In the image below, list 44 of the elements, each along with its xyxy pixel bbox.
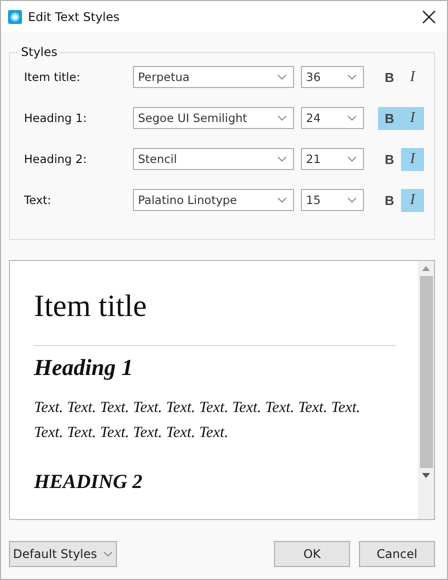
- chevron-down-icon: [277, 156, 287, 162]
- chevron-down-icon: [277, 74, 287, 80]
- scroll-down-icon[interactable]: [422, 473, 430, 478]
- ok-button[interactable]: OK: [274, 541, 350, 567]
- bold-toggle[interactable]: B: [378, 106, 401, 130]
- style-label: Heading 2:: [24, 152, 88, 166]
- font-dropdown[interactable]: Segoe UI Semilight: [133, 107, 294, 129]
- font-dropdown[interactable]: Stencil: [133, 148, 294, 170]
- font-dropdown[interactable]: Palatino Linotype: [133, 189, 294, 211]
- bold-toggle[interactable]: B: [378, 148, 401, 170]
- size-dropdown[interactable]: 15: [301, 189, 364, 211]
- preview-heading: HEADING 2: [34, 470, 144, 495]
- chevron-down-icon: [277, 115, 287, 121]
- chevron-down-icon: [103, 551, 114, 557]
- italic-toggle[interactable]: I: [401, 66, 424, 88]
- font-dropdown[interactable]: Perpetua: [133, 66, 294, 88]
- group-title: Styles: [18, 45, 60, 59]
- size-dropdown[interactable]: 36: [301, 66, 364, 88]
- chevron-down-icon: [277, 197, 287, 203]
- default-styles-button[interactable]: Default Styles: [9, 541, 117, 567]
- chevron-down-icon: [347, 156, 357, 162]
- chevron-down-icon: [347, 74, 357, 80]
- preview-heading: Heading 1: [34, 354, 134, 382]
- preview-title: Item title: [34, 286, 396, 346]
- style-label: Item title:: [24, 70, 82, 84]
- preview-paragraph: Text. Text. Text. Text. Text. Text. Text. Text. Text. Text. Text. Text. Text. Text. Text. Text.: [34, 398, 362, 443]
- style-label: Text:: [24, 193, 52, 207]
- cancel-button[interactable]: Cancel: [359, 541, 435, 567]
- bold-toggle[interactable]: B: [378, 188, 401, 212]
- italic-toggle[interactable]: I: [401, 106, 424, 130]
- bold-toggle[interactable]: B: [378, 66, 401, 88]
- window-title: Edit Text Styles: [28, 10, 121, 24]
- scroll-thumb[interactable]: [420, 276, 432, 468]
- scrollbar[interactable]: [418, 261, 434, 519]
- close-icon[interactable]: [422, 10, 436, 24]
- size-dropdown[interactable]: 21: [301, 148, 364, 170]
- style-label: Heading 1:: [24, 111, 88, 125]
- scroll-up-icon[interactable]: [422, 266, 430, 271]
- size-dropdown[interactable]: 24: [301, 107, 364, 129]
- italic-toggle[interactable]: I: [401, 188, 424, 212]
- chevron-down-icon: [347, 115, 357, 121]
- chevron-down-icon: [347, 197, 357, 203]
- app-icon: [8, 10, 22, 24]
- italic-toggle[interactable]: I: [401, 148, 424, 170]
